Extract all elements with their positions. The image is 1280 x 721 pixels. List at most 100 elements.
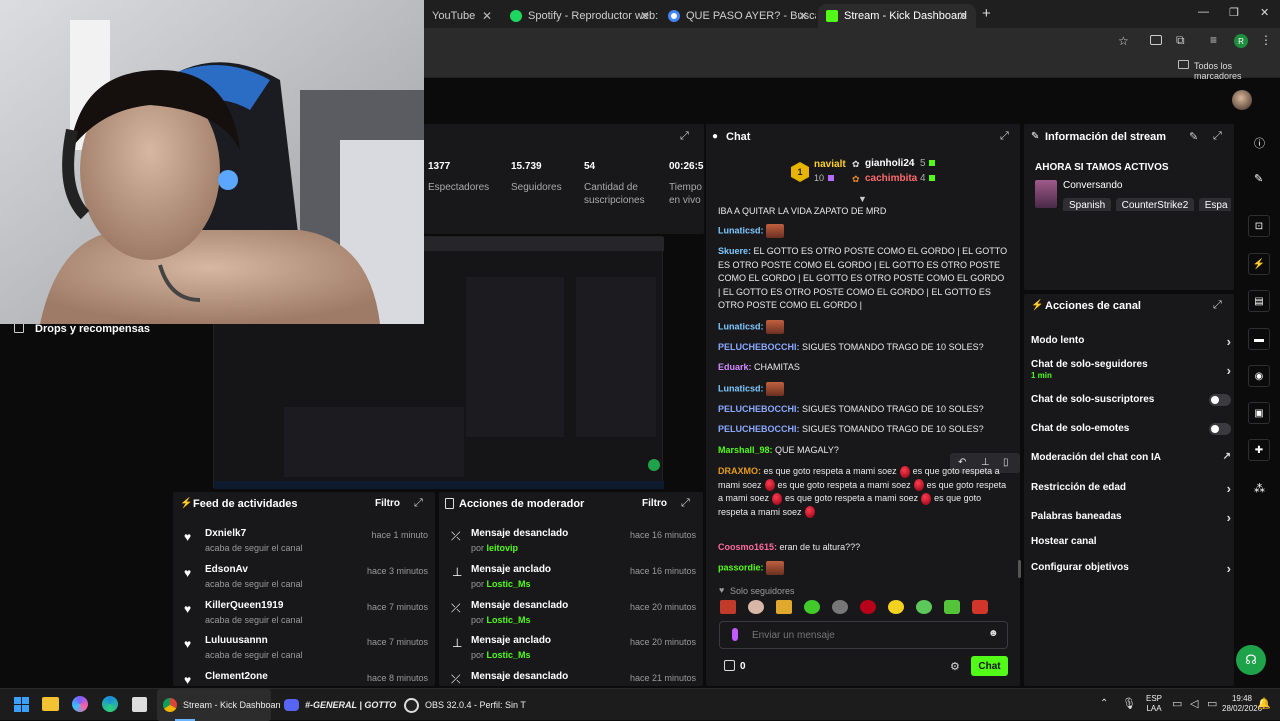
- chat-username[interactable]: Marshall_98:: [718, 445, 773, 455]
- all-bookmarks-link[interactable]: Todos los marcadores: [1194, 61, 1280, 81]
- info-icon[interactable]: ⓘ: [1254, 135, 1265, 151]
- network-icon[interactable]: ▭: [1172, 697, 1182, 710]
- emotes-only-toggle[interactable]: [1209, 423, 1231, 435]
- tag[interactable]: Espa: [1198, 198, 1231, 211]
- chat-icon[interactable]: ▬: [1248, 328, 1270, 350]
- emote-icon[interactable]: [888, 600, 904, 614]
- feed-user[interactable]: Luluuusannn: [205, 635, 268, 646]
- pencil-icon[interactable]: ✎: [1254, 172, 1263, 185]
- menu-icon[interactable]: ⋮: [1260, 33, 1272, 47]
- emote-icon[interactable]: [832, 600, 848, 614]
- filter-button[interactable]: Filtro: [642, 498, 667, 509]
- popout-icon[interactable]: ⤢: [681, 497, 690, 510]
- document-icon[interactable]: ▤: [1248, 290, 1270, 312]
- edit-icon[interactable]: ✎: [1189, 130, 1198, 143]
- emote-icon[interactable]: [916, 600, 932, 614]
- chat-username[interactable]: DRAXMO:: [718, 466, 761, 476]
- moderator-name[interactable]: Lostic_Ms: [487, 650, 531, 660]
- action-banned-words[interactable]: Palabras baneadas ›: [1031, 510, 1231, 525]
- tag[interactable]: Spanish: [1063, 198, 1112, 211]
- support-button[interactable]: ☊: [1236, 645, 1266, 675]
- moderator-name[interactable]: Lostic_Ms: [487, 579, 531, 589]
- action-followers-only[interactable]: Chat de solo-seguidores 1 min ›: [1031, 359, 1231, 380]
- tag[interactable]: CounterStrike2: [1115, 198, 1195, 211]
- moderator-name[interactable]: leitovip: [487, 543, 519, 553]
- tab-google-search[interactable]: QUE PASO AYER? - Buscar con ✕: [660, 4, 816, 28]
- action-age-restriction[interactable]: Restricción de edad ›: [1031, 481, 1231, 496]
- windows-start-icon[interactable]: [14, 697, 29, 712]
- chat-username[interactable]: PELUCHEBOCCHI:: [718, 404, 800, 414]
- chat-username[interactable]: Coosmo1615:: [718, 542, 777, 552]
- send-chat-button[interactable]: Chat: [971, 656, 1008, 676]
- drops-label[interactable]: Drops y recompensas: [35, 323, 150, 335]
- category-name[interactable]: Conversando: [1063, 180, 1122, 191]
- emote-icon[interactable]: [944, 600, 960, 614]
- minimize-icon[interactable]: —: [1198, 6, 1209, 18]
- taskbar-discord-app[interactable]: #-GENERAL | GOTTO: [278, 689, 396, 721]
- lightning-icon[interactable]: ⚡: [1248, 253, 1270, 275]
- action-configure-goals[interactable]: Configurar objetivos ›: [1031, 561, 1231, 576]
- tools-icon[interactable]: ✚: [1248, 439, 1270, 461]
- chat-username[interactable]: Skuere:: [718, 246, 751, 256]
- battery-icon[interactable]: ▭: [1207, 697, 1217, 710]
- close-icon[interactable]: ✕: [482, 9, 492, 23]
- close-icon[interactable]: ✕: [640, 9, 650, 23]
- leader-name[interactable]: navialt: [814, 159, 846, 170]
- clip-icon[interactable]: ⊡: [1248, 215, 1270, 237]
- tab-kick-dashboard[interactable]: Stream - Kick Dashboard ✕: [818, 4, 976, 28]
- close-window-icon[interactable]: ✕: [1260, 6, 1269, 19]
- layers-icon[interactable]: ▣: [1248, 402, 1270, 424]
- volume-icon[interactable]: ◁: [1190, 697, 1198, 710]
- emote-icon[interactable]: [972, 600, 988, 614]
- tab-youtube[interactable]: YouTube ✕: [424, 4, 500, 28]
- emote-icon[interactable]: [860, 600, 876, 614]
- feed-user[interactable]: KillerQueen1919: [205, 600, 283, 611]
- chat-username[interactable]: Lunaticsd:: [718, 225, 764, 235]
- popout-icon[interactable]: ⤢: [1213, 130, 1222, 143]
- chat-username[interactable]: PELUCHEBOCCHI:: [718, 342, 800, 352]
- chevron-up-icon[interactable]: ⌃: [1100, 698, 1108, 709]
- close-icon[interactable]: ✕: [958, 9, 968, 23]
- language-indicator[interactable]: ESP LAA: [1146, 694, 1162, 714]
- microphone-icon[interactable]: 🎙: [1122, 697, 1136, 710]
- expand-leaderboard-icon[interactable]: ▼: [858, 194, 867, 204]
- clock[interactable]: 19:48 28/02/2026: [1222, 694, 1262, 714]
- moderator-name[interactable]: Lostic_Ms: [487, 615, 531, 625]
- action-ai-moderation[interactable]: Moderación del chat con IA ↗: [1031, 451, 1231, 463]
- taskbar-obs-app[interactable]: OBS 32.0.4 - Perfil: Sin T: [398, 689, 526, 721]
- tab-spotify[interactable]: Spotify - Reproductor web: mú ✕: [502, 4, 658, 28]
- chat-username[interactable]: Lunaticsd:: [718, 321, 764, 331]
- copilot-icon[interactable]: [72, 696, 88, 712]
- expand-icon[interactable]: ⤢: [680, 130, 689, 143]
- chat-username[interactable]: Lunaticsd:: [718, 383, 764, 393]
- points-icon[interactable]: [724, 660, 735, 671]
- broadcast-icon[interactable]: ◉: [1248, 365, 1270, 387]
- screenshot-icon[interactable]: [1150, 35, 1162, 45]
- emote-icon[interactable]: [748, 600, 764, 614]
- media-icon[interactable]: ≡: [1210, 33, 1217, 47]
- popout-icon[interactable]: ⤢: [1000, 130, 1009, 143]
- nodes-icon[interactable]: ⁂: [1254, 482, 1265, 495]
- message-input-box[interactable]: ☻: [719, 621, 1008, 649]
- message-input[interactable]: [752, 627, 972, 643]
- leader-name[interactable]: cachimbita: [865, 173, 917, 184]
- user-avatar[interactable]: [1232, 90, 1252, 110]
- chat-username[interactable]: Eduark:: [718, 362, 752, 372]
- taskbar-chrome-app[interactable]: Stream - Kick Dashboan: [157, 689, 281, 721]
- notification-bell-icon[interactable]: 🔔: [1257, 697, 1271, 710]
- emote-icon[interactable]: [804, 600, 820, 614]
- leader-name[interactable]: gianholi24: [865, 158, 914, 169]
- emote-icon[interactable]: [776, 600, 792, 614]
- chat-username[interactable]: PELUCHEBOCCHI:: [718, 424, 800, 434]
- edge-icon[interactable]: [102, 696, 118, 712]
- feed-user[interactable]: EdsonAv: [205, 564, 248, 575]
- emote-icon[interactable]: [720, 600, 736, 614]
- action-slow-mode[interactable]: Modo lento ›: [1031, 334, 1231, 349]
- profile-avatar[interactable]: R: [1234, 34, 1248, 48]
- emoji-icon[interactable]: ☻: [988, 628, 999, 639]
- popout-icon[interactable]: ⤢: [1213, 299, 1222, 312]
- popout-icon[interactable]: ⤢: [414, 497, 423, 510]
- filter-button[interactable]: Filtro: [375, 498, 400, 509]
- file-explorer-icon[interactable]: [42, 697, 59, 711]
- settings-icon[interactable]: ⚙: [950, 660, 960, 673]
